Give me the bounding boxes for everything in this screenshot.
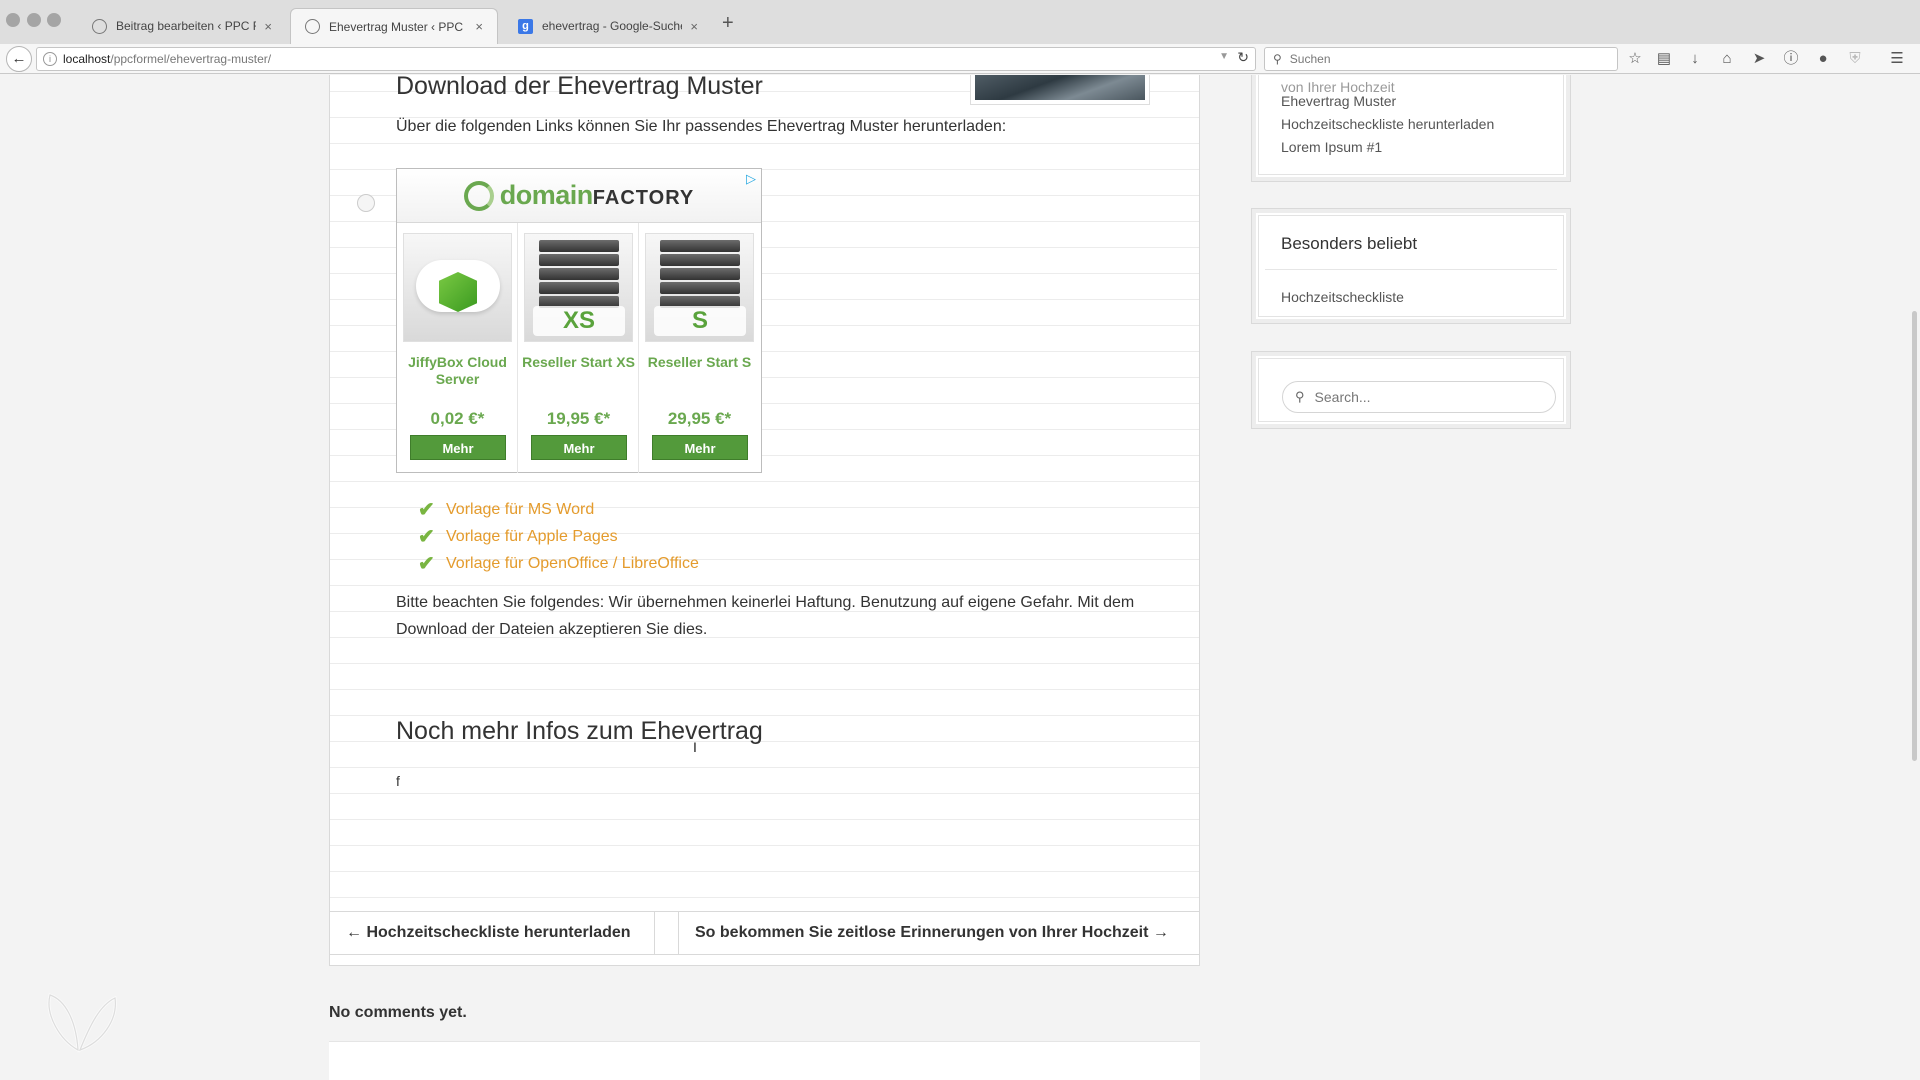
ad-choices-icon[interactable]: ▷ xyxy=(743,171,759,187)
url-host: localhost xyxy=(63,52,111,66)
search-placeholder: Suchen xyxy=(1289,52,1331,66)
ad-mehr-button[interactable]: Mehr xyxy=(410,435,506,460)
sidebar-link[interactable]: Ehevertrag Muster xyxy=(1281,93,1396,109)
search-icon: ⚲ xyxy=(1273,52,1282,66)
search-widget: ⚲ Search... xyxy=(1251,351,1571,429)
url-bar[interactable]: i localhost /ppcformel/ehevertrag-muster… xyxy=(36,47,1256,71)
minimize-window-button[interactable] xyxy=(27,13,41,27)
menu-icon[interactable]: ☰ xyxy=(1886,48,1908,70)
close-tab-icon[interactable]: × xyxy=(475,19,483,34)
widget-title: Besonders beliebt xyxy=(1281,234,1418,253)
sidebar-link[interactable]: Lorem Ipsum #1 xyxy=(1281,139,1382,155)
browser-search-field[interactable]: ⚲ Suchen xyxy=(1264,47,1618,71)
server-rack-image: S xyxy=(645,233,754,342)
download-icon[interactable]: ↓ xyxy=(1684,48,1706,70)
ad-product-name[interactable]: JiffyBox Cloud Server xyxy=(399,354,516,388)
ad-product-name[interactable]: Reseller Start XS xyxy=(520,354,637,371)
ad-product-jiffybox[interactable]: JiffyBox Cloud Server 0,02 €* Mehr xyxy=(397,223,518,473)
download-link-ms-word[interactable]: Vorlage für MS Word xyxy=(446,501,594,519)
close-window-button[interactable] xyxy=(6,13,20,27)
tab-bar: Beitrag bearbeiten ‹ PPC Fo... × Ehevert… xyxy=(0,0,1920,44)
ad-product-price: 19,95 €* xyxy=(546,409,611,428)
download-link-openoffice[interactable]: Vorlage für OpenOffice / LibreOffice xyxy=(446,555,699,573)
previous-post-link[interactable]: ← Hochzeitscheckliste herunterladen xyxy=(330,912,655,954)
wordpress-favicon-icon xyxy=(92,18,107,34)
domainfactory-ad[interactable]: domainFACTORY ▷ JiffyBox Cloud Server 0,… xyxy=(396,168,762,473)
featured-image xyxy=(970,75,1150,105)
close-tab-icon[interactable]: × xyxy=(264,19,272,34)
url-path: /ppcformel/ehevertrag-muster/ xyxy=(110,52,272,66)
google-favicon-icon: g xyxy=(518,18,533,34)
reload-icon[interactable]: ↻ xyxy=(1237,49,1249,66)
checkmark-icon: ✔ xyxy=(418,526,435,548)
popular-posts-widget: Besonders beliebt Hochzeitscheckliste xyxy=(1251,208,1571,324)
site-info-icon[interactable]: i xyxy=(43,52,57,66)
ad-mehr-button[interactable]: Mehr xyxy=(531,435,627,460)
recent-posts-widget: von Ihrer Hochzeit Ehevertrag Muster Hoc… xyxy=(1251,75,1571,182)
star-icon[interactable]: ☆ xyxy=(1624,48,1646,70)
ad-mehr-button[interactable]: Mehr xyxy=(652,435,748,460)
article-content: Download der Ehevertrag Muster Über die … xyxy=(329,75,1200,966)
web-page: Download der Ehevertrag Muster Über die … xyxy=(0,75,1920,1080)
download-link-apple-pages[interactable]: Vorlage für Apple Pages xyxy=(446,528,618,546)
sidebar-link[interactable]: Hochzeitscheckliste herunterladen xyxy=(1281,116,1494,132)
ad-product-reseller-s[interactable]: S Reseller Start S 29,95 €* Mehr xyxy=(639,223,760,473)
cloud-server-image xyxy=(403,233,512,342)
shield-icon[interactable]: ⛨ xyxy=(1844,48,1866,70)
domainfactory-logo-icon xyxy=(463,180,494,211)
checkmark-icon: ✔ xyxy=(418,499,435,521)
sidebar-search-input[interactable]: ⚲ Search... xyxy=(1282,381,1556,413)
back-button[interactable]: ← xyxy=(6,46,32,72)
tab-title: Ehevertrag Muster ‹ PPC Fo... xyxy=(329,19,467,34)
checkmark-icon: ✔ xyxy=(418,553,435,575)
page-scrollbar[interactable] xyxy=(1912,311,1917,761)
tab-title: ehevertrag - Google-Suche xyxy=(542,19,683,33)
url-dropdown-icon[interactable]: ▼ xyxy=(1219,51,1229,62)
butterfly-logo-icon xyxy=(47,993,117,1053)
zoom-window-button[interactable] xyxy=(47,13,61,27)
send-icon[interactable]: ➤ xyxy=(1748,48,1770,70)
sidebar-link[interactable]: Hochzeitscheckliste xyxy=(1281,289,1404,305)
tab-google-suche[interactable]: g ehevertrag - Google-Suche × xyxy=(504,8,712,44)
search-icon: ⚲ xyxy=(1295,389,1305,404)
ad-product-name[interactable]: Reseller Start S xyxy=(641,354,758,371)
comment-section xyxy=(329,1041,1200,1080)
ad-header[interactable]: domainFACTORY ▷ xyxy=(397,169,761,223)
ad-radio-button[interactable] xyxy=(357,194,375,212)
info-icon[interactable]: ⓘ xyxy=(1780,48,1802,70)
post-navigation: ← Hochzeitscheckliste herunterladen So b… xyxy=(329,911,1200,955)
list-item: ✔ Vorlage für MS Word xyxy=(418,496,699,523)
reading-list-icon[interactable]: ▤ xyxy=(1653,48,1675,70)
section-heading-download: Download der Ehevertrag Muster xyxy=(396,75,763,100)
next-post-link[interactable]: So bekommen Sie zeitlose Erinnerungen vo… xyxy=(678,912,1199,954)
wordpress-favicon-icon xyxy=(305,19,320,34)
ad-product-reseller-xs[interactable]: XS Reseller Start XS 19,95 €* Mehr xyxy=(518,223,639,473)
ad-brand: domainFACTORY xyxy=(499,180,695,210)
list-item: ✔ Vorlage für OpenOffice / LibreOffice xyxy=(418,550,699,577)
ad-product-price: 29,95 €* xyxy=(667,409,732,428)
server-rack-image: XS xyxy=(524,233,633,342)
new-tab-button[interactable]: + xyxy=(722,12,734,35)
list-item: ✔ Vorlage für Apple Pages xyxy=(418,523,699,550)
home-icon[interactable]: ⌂ xyxy=(1716,48,1738,70)
tab-title: Beitrag bearbeiten ‹ PPC Fo... xyxy=(116,19,256,33)
tab-ehevertrag-muster[interactable]: Ehevertrag Muster ‹ PPC Fo... × xyxy=(290,8,498,44)
section-heading-more-info: Noch mehr Infos zum Ehevertrag xyxy=(396,717,763,745)
chat-icon[interactable]: ● xyxy=(1812,48,1834,70)
download-list: ✔ Vorlage für MS Word ✔ Vorlage für Apple … xyxy=(418,496,699,577)
tab-beitrag-bearbeiten[interactable]: Beitrag bearbeiten ‹ PPC Fo... × xyxy=(78,8,286,44)
text-cursor-icon: I xyxy=(693,739,697,755)
close-tab-icon[interactable]: × xyxy=(690,19,698,34)
navigation-bar: ← i localhost /ppcformel/ehevertrag-must… xyxy=(0,44,1920,74)
no-comments-text: No comments yet. xyxy=(329,1004,467,1021)
paragraph-text: f xyxy=(396,773,400,789)
intro-paragraph: Über die folgenden Links können Sie Ihr … xyxy=(396,118,1007,135)
ad-product-price: 0,02 €* xyxy=(430,409,485,428)
disclaimer-paragraph: Bitte beachten Sie folgendes: Wir überne… xyxy=(396,594,1135,638)
search-placeholder: Search... xyxy=(1314,389,1371,405)
